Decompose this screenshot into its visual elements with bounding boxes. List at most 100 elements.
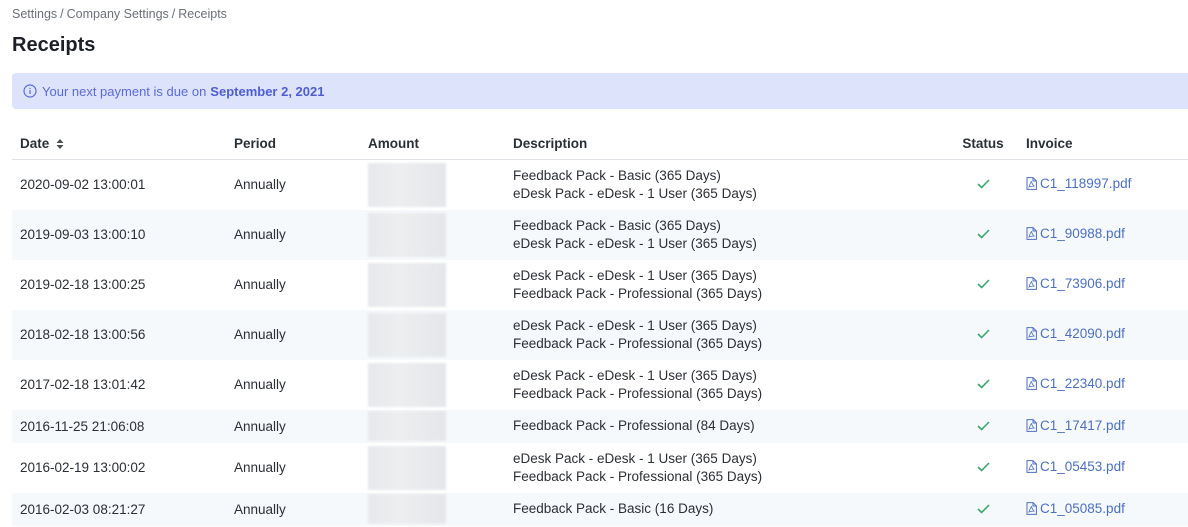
cell-period: Annually bbox=[234, 460, 286, 475]
breadcrumb-receipts: Receipts bbox=[178, 7, 227, 21]
check-icon bbox=[976, 229, 990, 239]
invoice-link[interactable]: C1_118997.pdf bbox=[1026, 176, 1131, 191]
description-line: Feedback Pack - Basic (365 Days) bbox=[513, 217, 721, 233]
cell-invoice: C1_118997.pdf bbox=[1026, 160, 1188, 210]
check-icon bbox=[976, 420, 990, 431]
pdf-file-icon bbox=[1026, 277, 1037, 290]
description-line: Feedback Pack - Basic (16 Days) bbox=[513, 501, 714, 516]
cell-description: Feedback Pack - Basic (365 Days) eDesk Pa… bbox=[513, 210, 940, 260]
description-line: Feedback Pack - Professional (84 Days) bbox=[513, 418, 755, 433]
pdf-file-icon bbox=[1026, 501, 1037, 515]
cell-invoice: C1_42090.pdf bbox=[1026, 310, 1188, 360]
cell-period: Annually bbox=[234, 177, 286, 193]
pdf-file-icon bbox=[1026, 327, 1037, 340]
description-line: Feedback Pack - Basic (365 Days) bbox=[513, 167, 721, 183]
amount-redacted bbox=[368, 411, 446, 441]
cell-invoice: C1_73906.pdf bbox=[1026, 260, 1188, 310]
cell-status bbox=[940, 360, 1026, 410]
invoice-link[interactable]: C1_05453.pdf bbox=[1026, 459, 1125, 474]
column-header-status: Status bbox=[940, 128, 1026, 160]
table-row: 2017-02-18 13:01:42 Annually eDesk Pack - … bbox=[12, 360, 1188, 410]
column-header-date[interactable]: Date bbox=[12, 128, 234, 160]
breadcrumb-separator: / bbox=[171, 7, 176, 21]
breadcrumb-separator: / bbox=[60, 7, 64, 21]
cell-amount bbox=[368, 310, 513, 360]
receipts-table: Date Period Amount Description Status In… bbox=[12, 128, 1188, 526]
cell-description: Feedback Pack - Basic (16 Days) bbox=[513, 493, 940, 526]
cell-date: 2017-02-18 13:01:42 bbox=[20, 377, 146, 392]
cell-description: eDesk Pack - eDesk - 1 User (365 Days) Fe… bbox=[513, 360, 940, 410]
invoice-link[interactable]: C1_42090.pdf bbox=[1026, 326, 1125, 341]
invoice-link[interactable]: C1_73906.pdf bbox=[1026, 276, 1125, 291]
description-line: eDesk Pack - eDesk - 1 User (365 Days) bbox=[513, 450, 757, 466]
table-row: 2018-02-18 13:00:56 Annually eDesk Pack - … bbox=[12, 309, 1188, 360]
invoice-filename: C1_05085.pdf bbox=[1040, 500, 1125, 516]
pdf-file-icon bbox=[1026, 177, 1037, 191]
table-row: 2019-09-03 13:00:10 Annually Feedback Pack… bbox=[12, 209, 1188, 260]
description-line: eDesk Pack - eDesk - 1 User (365 Days) bbox=[513, 185, 757, 201]
cell-period: Annually bbox=[234, 327, 286, 342]
description-line: Feedback Pack - Professional (365 Days) bbox=[513, 285, 763, 301]
cell-amount bbox=[368, 160, 513, 210]
invoice-filename: C1_22340.pdf bbox=[1040, 376, 1125, 391]
breadcrumb-company-settings[interactable]: Company Settings bbox=[67, 7, 169, 21]
payment-due-banner: Your next payment is due on September 2,… bbox=[12, 73, 1188, 109]
cell-description: eDesk Pack - eDesk - 1 User (365 Days) Fe… bbox=[513, 310, 940, 360]
cell-invoice: C1_05085.pdf bbox=[1026, 493, 1188, 526]
cell-amount bbox=[368, 443, 513, 493]
pdf-file-icon bbox=[1026, 460, 1037, 473]
cell-status bbox=[940, 410, 1026, 443]
table-row: 2016-11-25 21:06:08 Annually Feedback Pack… bbox=[12, 409, 1188, 443]
invoice-link[interactable]: C1_17417.pdf bbox=[1026, 418, 1125, 433]
breadcrumb-settings[interactable]: Settings bbox=[12, 7, 57, 21]
invoice-filename: C1_90988.pdf bbox=[1040, 226, 1125, 241]
cell-amount bbox=[368, 210, 513, 260]
banner-due-date: September 2, 2021 bbox=[210, 83, 325, 99]
description-line: Feedback Pack - Professional (365 Days) bbox=[513, 468, 763, 484]
cell-period: Annually bbox=[234, 418, 286, 434]
amount-redacted bbox=[368, 312, 446, 357]
cell-period: Annually bbox=[234, 501, 286, 517]
cell-description: Feedback Pack - Professional (84 Days) bbox=[513, 410, 940, 443]
pdf-file-icon bbox=[1026, 227, 1037, 240]
cell-status bbox=[940, 443, 1026, 493]
cell-status bbox=[940, 160, 1026, 210]
cell-invoice: C1_05453.pdf bbox=[1026, 443, 1188, 493]
banner-text: Your next payment is due on bbox=[42, 83, 207, 99]
check-icon bbox=[976, 379, 990, 389]
cell-date: 2016-02-19 13:00:02 bbox=[20, 460, 146, 475]
check-icon bbox=[976, 179, 990, 189]
invoice-filename: C1_42090.pdf bbox=[1040, 326, 1125, 341]
invoice-link[interactable]: C1_05085.pdf bbox=[1026, 501, 1125, 516]
cell-invoice: C1_22340.pdf bbox=[1026, 360, 1188, 410]
table-row: 2016-02-19 13:00:02 Annually eDesk Pack - … bbox=[12, 443, 1188, 493]
invoice-filename: C1_17417.pdf bbox=[1040, 417, 1125, 433]
description-line: Feedback Pack - Professional (365 Days) bbox=[513, 335, 763, 351]
cell-invoice: C1_17417.pdf bbox=[1026, 410, 1188, 443]
check-icon bbox=[976, 329, 990, 339]
invoice-link[interactable]: C1_90988.pdf bbox=[1026, 226, 1125, 241]
invoice-filename: C1_73906.pdf bbox=[1040, 276, 1125, 291]
sort-icon[interactable] bbox=[56, 139, 64, 150]
table-header-row: Date Period Amount Description Status In… bbox=[12, 128, 1188, 160]
info-icon bbox=[23, 84, 37, 98]
cell-period: Annually bbox=[234, 377, 286, 392]
cell-date: 2019-02-18 13:00:25 bbox=[20, 277, 146, 292]
amount-redacted bbox=[368, 162, 446, 207]
cell-status bbox=[940, 310, 1026, 360]
breadcrumb: Settings / Company Settings / Receipts bbox=[12, 7, 227, 21]
table-row: 2020-09-02 13:00:01 Annually Feedback Pack… bbox=[12, 160, 1188, 210]
check-icon bbox=[976, 279, 990, 289]
invoice-link[interactable]: C1_22340.pdf bbox=[1026, 376, 1125, 391]
cell-status bbox=[940, 493, 1026, 526]
column-header-amount: Amount bbox=[368, 128, 513, 160]
column-header-period: Period bbox=[234, 128, 368, 160]
invoice-filename: C1_05453.pdf bbox=[1040, 459, 1125, 474]
cell-amount bbox=[368, 410, 513, 443]
amount-redacted bbox=[368, 445, 446, 490]
amount-redacted bbox=[368, 362, 446, 407]
description-line: eDesk Pack - eDesk - 1 User (365 Days) bbox=[513, 367, 757, 383]
cell-date: 2019-09-03 13:00:10 bbox=[20, 227, 146, 242]
description-line: eDesk Pack - eDesk - 1 User (365 Days) bbox=[513, 235, 757, 251]
amount-redacted bbox=[368, 212, 446, 257]
